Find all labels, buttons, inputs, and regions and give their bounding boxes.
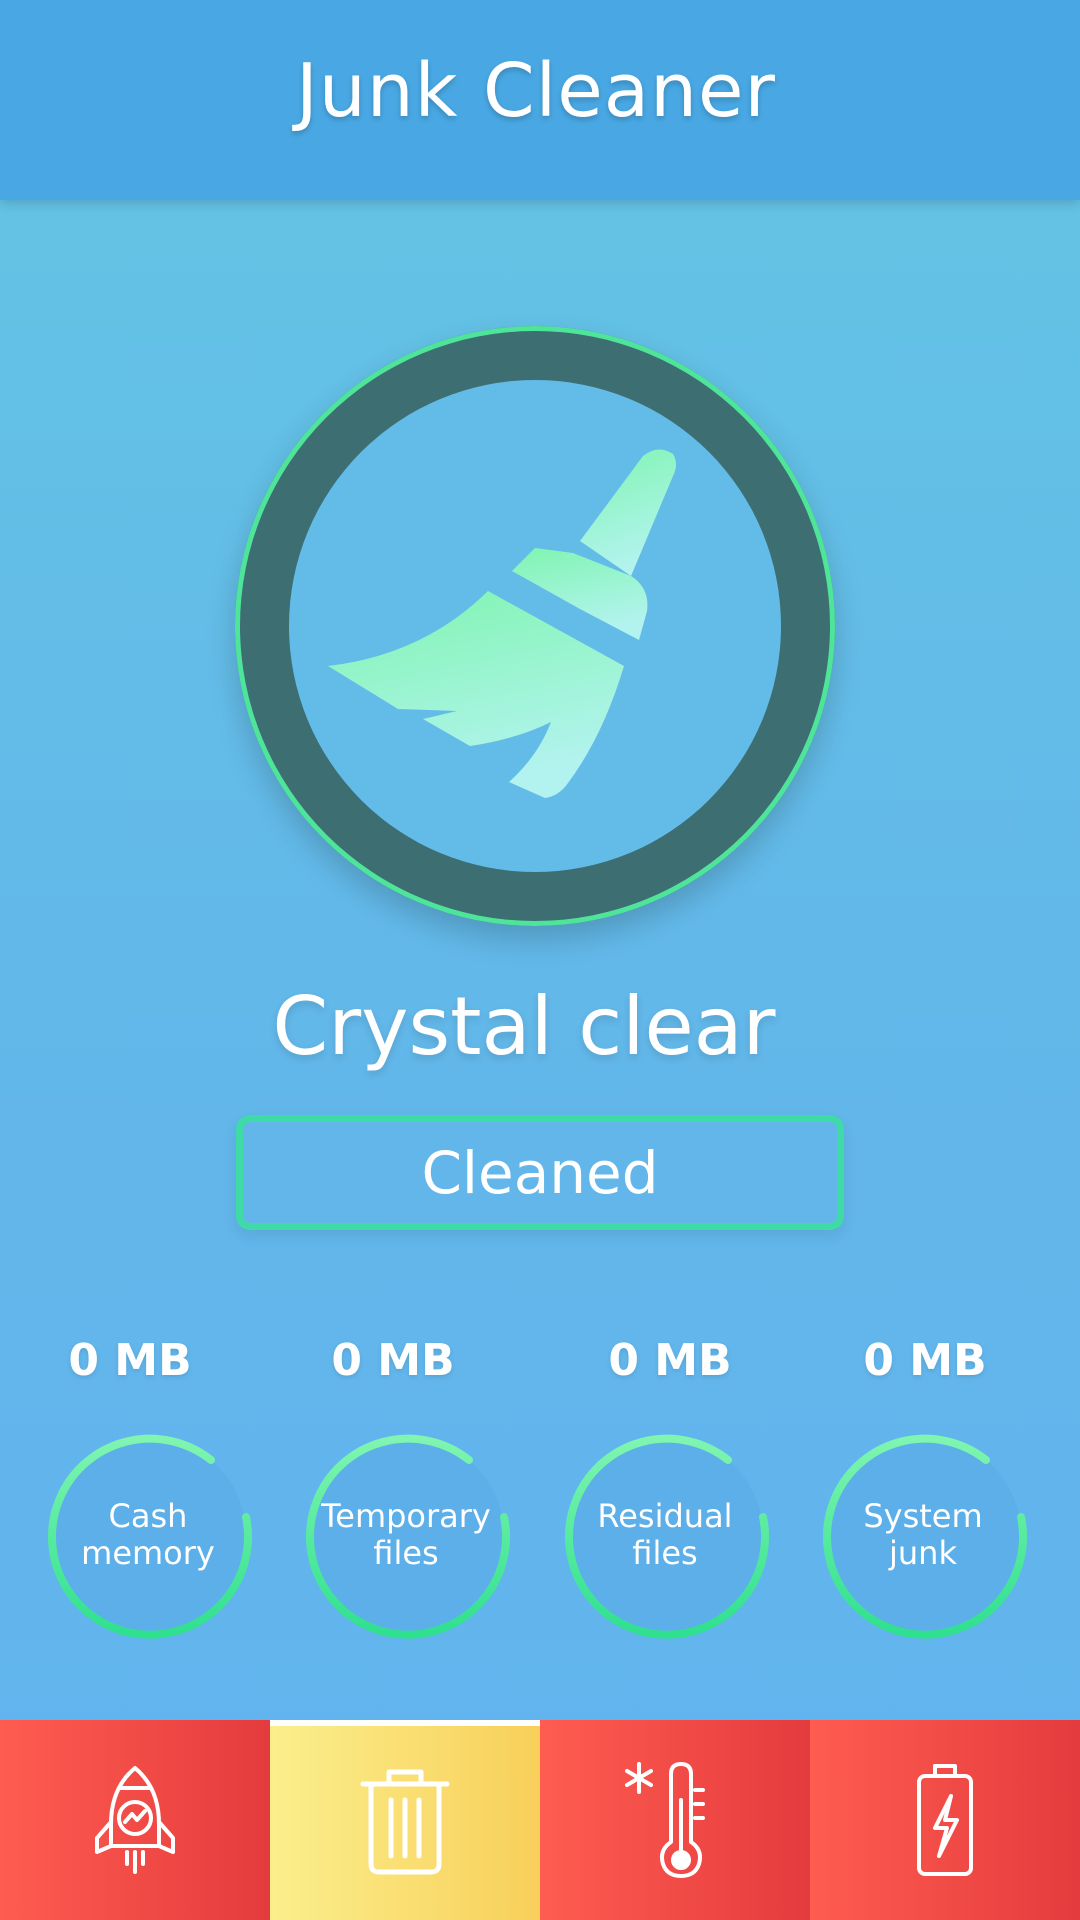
cache-memory-gauge[interactable]: Cash memory	[43, 1430, 253, 1640]
app-title: Junk Cleaner	[296, 48, 776, 134]
temporary-files-gauge[interactable]: Temporary files	[301, 1430, 511, 1640]
system-junk-label: System junk	[863, 1497, 983, 1572]
battery-icon	[917, 1764, 973, 1876]
rocket-icon	[95, 1766, 175, 1874]
tab-booster[interactable]	[0, 1720, 270, 1920]
trash-icon	[360, 1769, 450, 1875]
status-heading: Crystal clear	[272, 980, 776, 1073]
temporary-files-value-block: 0 MB	[263, 1335, 523, 1386]
cache-memory-value: 0 MB	[68, 1335, 192, 1386]
tab-cpu-cooler[interactable]	[540, 1720, 810, 1920]
bottom-nav	[0, 1720, 1080, 1920]
residual-files-gauge[interactable]: Residual files	[560, 1430, 770, 1640]
thermometer-icon	[625, 1762, 705, 1878]
broom-icon	[328, 449, 676, 798]
cleaned-button[interactable]: Cleaned	[236, 1115, 844, 1230]
residual-files-value-block: 0 MB	[540, 1335, 800, 1386]
residual-files-value: 0 MB	[608, 1335, 732, 1386]
system-junk-value: 0 MB	[863, 1335, 987, 1386]
system-junk-gauge[interactable]: System junk	[818, 1430, 1028, 1640]
residual-files-label: Residual files	[597, 1497, 733, 1572]
temporary-files-value: 0 MB	[331, 1335, 455, 1386]
clean-status-ring[interactable]	[235, 326, 835, 926]
cache-memory-label: Cash memory	[81, 1497, 215, 1572]
tab-junk-cleaner[interactable]	[270, 1720, 540, 1920]
cache-memory-value-block: 0 MB	[0, 1335, 260, 1386]
app-header: Junk Cleaner	[0, 0, 1080, 200]
system-junk-value-block: 0 MB	[795, 1335, 1055, 1386]
tab-battery-saver[interactable]	[810, 1720, 1080, 1920]
temporary-files-label: Temporary files	[321, 1497, 491, 1572]
